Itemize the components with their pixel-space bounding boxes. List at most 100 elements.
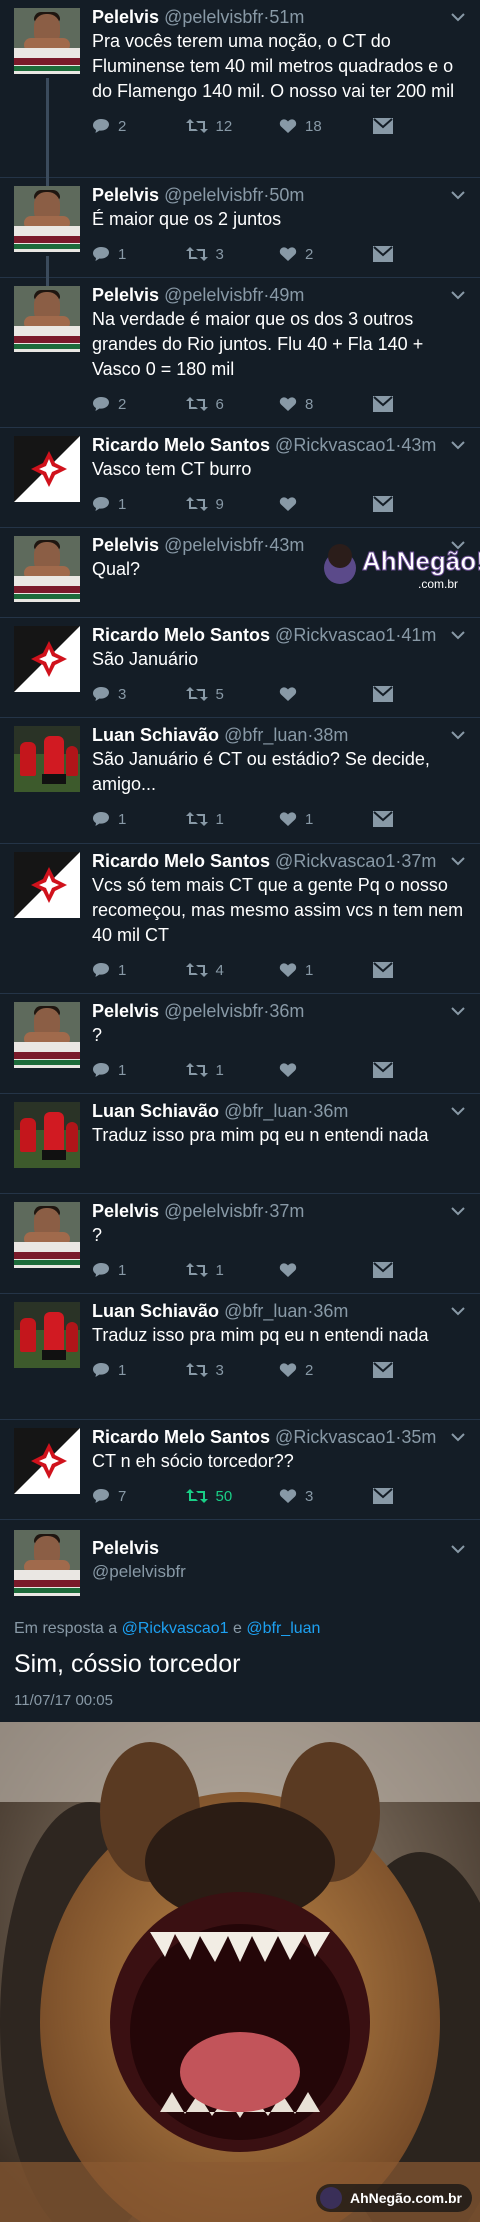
tweet-time[interactable]: 43m (401, 435, 436, 455)
reply-button[interactable]: 1 (92, 962, 186, 979)
chevron-down-icon[interactable] (450, 630, 466, 640)
chevron-down-icon[interactable] (450, 1006, 466, 1016)
author-handle[interactable]: @pelelvisbfr (92, 1562, 186, 1582)
like-button[interactable]: 3 (279, 1488, 373, 1505)
tweet-time[interactable]: 36m (313, 1301, 348, 1321)
mention-link[interactable]: @bfr_luan (246, 1620, 320, 1637)
author-name[interactable]: Ricardo Melo Santos (92, 625, 270, 645)
tweet-time[interactable]: 50m (269, 185, 304, 205)
avatar[interactable] (14, 436, 80, 502)
avatar[interactable] (14, 1302, 80, 1368)
tweet-time[interactable]: 36m (313, 1101, 348, 1121)
author-name[interactable]: Pelelvis (92, 7, 159, 27)
chevron-down-icon[interactable] (450, 730, 466, 740)
chevron-down-icon[interactable] (450, 1432, 466, 1442)
dm-button[interactable] (372, 1362, 467, 1378)
tweet-time[interactable]: 37m (401, 851, 436, 871)
tweet[interactable]: Ricardo Melo Santos @Rickvascao1·37m Vcs… (0, 844, 480, 994)
dm-button[interactable] (372, 1062, 467, 1078)
tweet-timestamp[interactable]: 11/07/17 00:05 (14, 1692, 113, 1709)
tweet[interactable]: Ricardo Melo Santos @Rickvascao1·43m Vas… (0, 428, 480, 528)
avatar[interactable] (14, 626, 80, 692)
retweet-button[interactable]: 1 (185, 1062, 280, 1079)
author-name[interactable]: Pelelvis (92, 285, 159, 305)
dm-button[interactable] (372, 396, 467, 412)
chevron-down-icon[interactable] (450, 12, 466, 22)
dm-button[interactable] (372, 1488, 467, 1504)
avatar[interactable] (14, 1428, 80, 1494)
like-button[interactable]: 1 (279, 811, 373, 828)
tweet-time[interactable]: 51m (269, 7, 304, 27)
author-handle[interactable]: @pelelvisbfr (164, 535, 263, 555)
author-handle[interactable]: @Rickvascao1 (275, 1427, 395, 1447)
avatar[interactable] (14, 536, 80, 602)
author-handle[interactable]: @pelelvisbfr (164, 185, 263, 205)
tweet[interactable]: Luan Schiavão @bfr_luan·38m São Januário… (0, 718, 480, 844)
reply-button[interactable]: 1 (92, 811, 186, 828)
author-handle[interactable]: @bfr_luan (224, 1101, 307, 1121)
like-button[interactable]: 8 (279, 396, 373, 413)
author-handle[interactable]: @bfr_luan (224, 1301, 307, 1321)
retweet-button[interactable]: 1 (185, 1262, 280, 1279)
tweet-time[interactable]: 43m (269, 535, 304, 555)
chevron-down-icon[interactable] (450, 1106, 466, 1116)
reply-button[interactable]: 1 (92, 1362, 186, 1379)
author-handle[interactable]: @pelelvisbfr (164, 285, 263, 305)
author-handle[interactable]: @Rickvascao1 (275, 625, 395, 645)
avatar[interactable] (14, 1002, 80, 1068)
reply-button[interactable]: 1 (92, 1062, 186, 1079)
tweet-time[interactable]: 49m (269, 285, 304, 305)
author-handle[interactable]: @pelelvisbfr (164, 7, 263, 27)
dm-button[interactable] (372, 686, 467, 702)
avatar[interactable] (14, 1102, 80, 1168)
tweet[interactable]: Pelelvis @pelelvisbfr·37m ? 1 1 (0, 1194, 480, 1294)
tweet[interactable]: Pelelvis @pelelvisbfr·50m É maior que os… (0, 178, 480, 278)
reply-button[interactable]: 3 (92, 686, 186, 703)
tweet[interactable]: Pelelvis @pelelvisbfr·51m Pra vocês tere… (0, 0, 480, 178)
mention-link[interactable]: @Rickvascao1 (122, 1620, 229, 1637)
avatar[interactable] (14, 186, 80, 252)
author-name[interactable]: Pelelvis (92, 1201, 159, 1221)
like-button[interactable]: 1 (279, 962, 373, 979)
like-button[interactable]: 18 (279, 118, 373, 135)
like-button[interactable] (279, 496, 373, 512)
author-handle[interactable]: @Rickvascao1 (275, 851, 395, 871)
retweet-button[interactable]: 12 (185, 118, 280, 135)
tweet-time[interactable]: 36m (269, 1001, 304, 1021)
tweet-time[interactable]: 35m (401, 1427, 436, 1447)
retweet-button[interactable]: 50 (185, 1488, 280, 1505)
avatar[interactable] (14, 1202, 80, 1268)
reply-button[interactable]: 1 (92, 496, 186, 513)
avatar[interactable] (14, 286, 80, 352)
tweet[interactable]: Luan Schiavão @bfr_luan·36m Traduz isso … (0, 1294, 480, 1420)
author-name[interactable]: Luan Schiavão (92, 1301, 219, 1321)
retweet-button[interactable]: 5 (185, 686, 280, 703)
reply-button[interactable]: 1 (92, 1262, 186, 1279)
avatar[interactable] (14, 852, 80, 918)
author-name[interactable]: Pelelvis (92, 1001, 159, 1021)
chevron-down-icon[interactable] (450, 1206, 466, 1216)
retweet-button[interactable]: 9 (185, 496, 280, 513)
chevron-down-icon[interactable] (450, 1544, 466, 1554)
author-name[interactable]: Pelelvis (92, 185, 159, 205)
tweet-time[interactable]: 38m (313, 725, 348, 745)
reply-button[interactable]: 7 (92, 1488, 186, 1505)
dm-button[interactable] (372, 811, 467, 827)
author-handle[interactable]: @bfr_luan (224, 725, 307, 745)
dm-button[interactable] (372, 118, 467, 134)
like-button[interactable] (279, 1262, 373, 1278)
reply-button[interactable]: 2 (92, 118, 186, 135)
main-tweet[interactable]: Pelelvis @pelelvisbfr Em resposta a @Ric… (0, 1520, 480, 1714)
tweet-time[interactable]: 37m (269, 1201, 304, 1221)
author-name[interactable]: Pelelvis (92, 535, 159, 555)
tweet[interactable]: Pelelvis @pelelvisbfr·36m ? 1 1 (0, 994, 480, 1094)
retweet-button[interactable]: 3 (185, 1362, 280, 1379)
author-name[interactable]: Luan Schiavão (92, 725, 219, 745)
tweet[interactable]: Pelelvis @pelelvisbfr·49m Na verdade é m… (0, 278, 480, 428)
chevron-down-icon[interactable] (450, 1306, 466, 1316)
author-name[interactable]: Pelelvis (92, 1538, 159, 1559)
retweet-button[interactable]: 3 (185, 246, 280, 263)
tweet[interactable]: Ricardo Melo Santos @Rickvascao1·41m São… (0, 618, 480, 718)
author-handle[interactable]: @pelelvisbfr (164, 1001, 263, 1021)
avatar[interactable] (14, 1530, 80, 1596)
